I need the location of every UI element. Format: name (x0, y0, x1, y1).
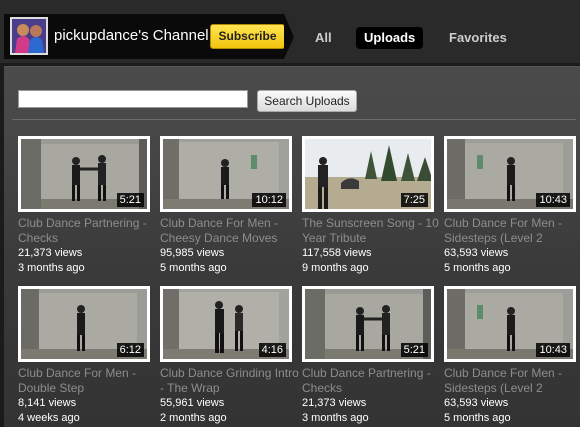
video-duration: 5:21 (116, 193, 144, 207)
tab-all[interactable]: All (307, 27, 340, 49)
video-title[interactable]: Club Dance For Men - Sidesteps (Level 2 (444, 366, 580, 396)
video-thumbnail[interactable]: 5:21 (302, 286, 434, 362)
video-title[interactable]: Club Dance For Men - Double Step (18, 366, 158, 396)
video-age: 3 months ago (302, 412, 369, 424)
video-views: 63,593 views (444, 247, 509, 259)
video-age: 3 months ago (18, 262, 85, 274)
video-title[interactable]: Club Dance For Men - Cheesy Dance Moves (160, 216, 300, 246)
video-title[interactable]: Club Dance Partnering - Checks (18, 216, 158, 246)
search-uploads-button[interactable]: Search Uploads (257, 90, 357, 112)
video-thumbnail[interactable]: 10:43 (444, 136, 576, 212)
video-duration: 10:12 (252, 193, 286, 207)
video-duration: 4:16 (258, 343, 286, 357)
video-duration: 10:43 (536, 343, 570, 357)
video-age: 4 weeks ago (18, 412, 80, 424)
video-title[interactable]: Club Dance Grinding Intro - The Wrap (160, 366, 300, 396)
video-age: 5 months ago (160, 262, 227, 274)
search-input[interactable] (18, 90, 248, 108)
video-thumbnail[interactable]: 6:12 (18, 286, 150, 362)
video-item[interactable]: 6:12 Club Dance For Men - Double Step 8,… (18, 286, 158, 426)
video-views: 8,141 views (18, 397, 77, 409)
video-duration: 6:12 (116, 343, 144, 357)
video-item[interactable]: 7:25 The Sunscreen Song - 10 Year Tribut… (302, 136, 442, 276)
channel-name[interactable]: pickupdance's Channel (54, 27, 209, 44)
video-views: 21,373 views (18, 247, 83, 259)
video-item[interactable]: 10:12 Club Dance For Men - Cheesy Dance … (160, 136, 300, 276)
video-thumbnail[interactable]: 4:16 (160, 286, 292, 362)
video-item[interactable]: 5:21 Club Dance Partnering - Checks 21,3… (302, 286, 442, 426)
divider (12, 119, 576, 120)
video-age: 9 months ago (302, 262, 369, 274)
video-age: 5 months ago (444, 262, 511, 274)
video-views: 63,593 views (444, 397, 509, 409)
video-views: 95,985 views (160, 247, 225, 259)
video-thumbnail[interactable]: 10:12 (160, 136, 292, 212)
video-views: 55,961 views (160, 397, 225, 409)
channel-header: pickupdance's Channel Subscribe All Uplo… (0, 0, 580, 63)
channel-badge-arrow (284, 14, 294, 59)
subscribe-button[interactable]: Subscribe (210, 24, 285, 49)
video-thumbnail[interactable]: 7:25 (302, 136, 434, 212)
avatar[interactable] (10, 17, 48, 55)
tab-uploads[interactable]: Uploads (356, 27, 424, 49)
video-views: 21,373 views (302, 397, 367, 409)
video-item[interactable]: 4:16 Club Dance Grinding Intro - The Wra… (160, 286, 300, 426)
video-views: 117,558 views (302, 247, 372, 259)
video-duration: 10:43 (536, 193, 570, 207)
video-title[interactable]: Club Dance For Men - Sidesteps (Level 2 (444, 216, 580, 246)
video-duration: 7:25 (400, 193, 428, 207)
video-title[interactable]: The Sunscreen Song - 10 Year Tribute (302, 216, 442, 246)
video-age: 5 months ago (444, 412, 511, 424)
video-item[interactable]: 10:43 Club Dance For Men - Sidesteps (Le… (444, 136, 580, 276)
video-item[interactable]: 10:43 Club Dance For Men - Sidesteps (Le… (444, 286, 580, 426)
video-thumbnail[interactable]: 10:43 (444, 286, 576, 362)
video-duration: 5:21 (400, 343, 428, 357)
tab-favorites[interactable]: Favorites (441, 27, 515, 49)
video-age: 2 months ago (160, 412, 227, 424)
video-item[interactable]: 5:21 Club Dance Partnering - Checks 21,3… (18, 136, 158, 276)
video-thumbnail[interactable]: 5:21 (18, 136, 150, 212)
video-title[interactable]: Club Dance Partnering - Checks (302, 366, 442, 396)
channel-badge: pickupdance's Channel Subscribe (4, 14, 285, 59)
uploads-panel: Search Uploads 5:21 Club Dance Partnerin… (4, 66, 580, 427)
